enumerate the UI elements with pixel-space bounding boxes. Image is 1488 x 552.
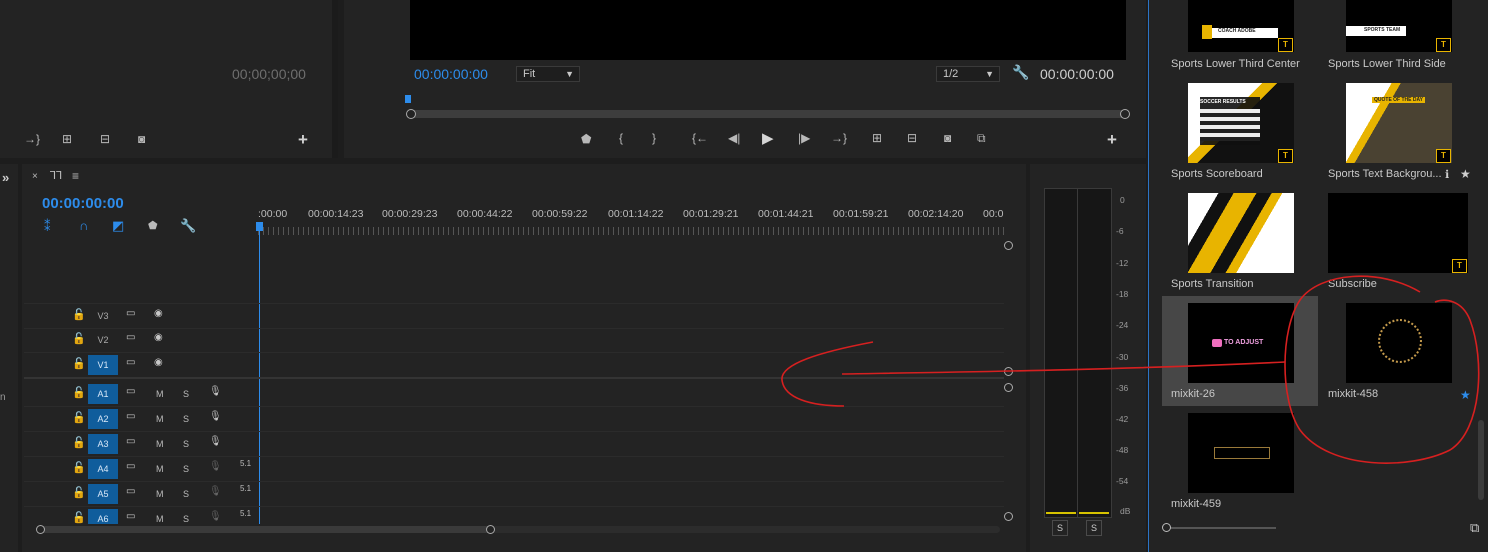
annotation-circle — [1284, 275, 1480, 464]
annotation-overlay — [781, 275, 1480, 464]
annotation-line — [841, 361, 1286, 375]
